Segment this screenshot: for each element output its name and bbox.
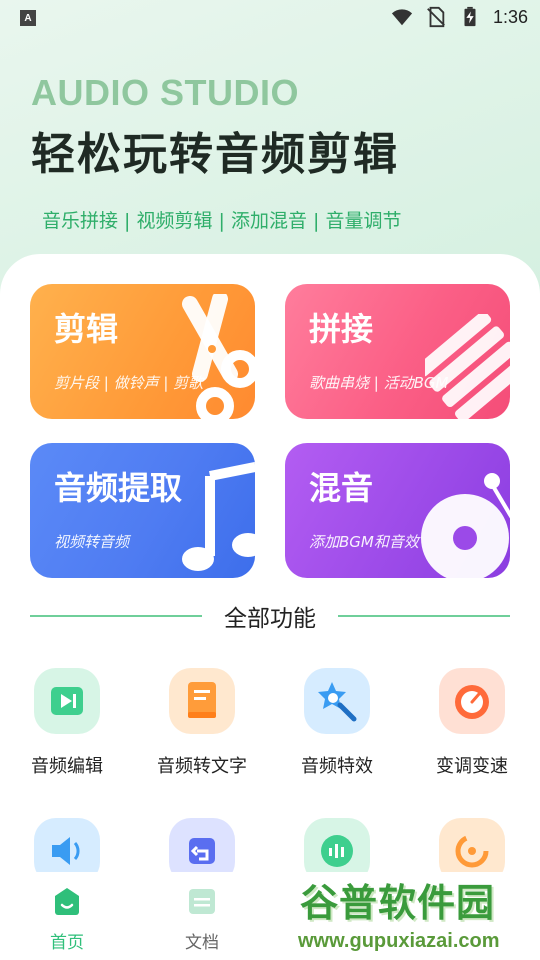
feature-audio-to-text[interactable]: 音频转文字	[142, 668, 262, 778]
card-pinjie[interactable]: 拼接 歌曲串烧 | 活动BGM	[285, 284, 510, 419]
feature-audio-effects[interactable]: 音频特效	[277, 668, 397, 778]
folder-icon	[189, 889, 215, 914]
scissors-icon	[182, 294, 255, 419]
feature-pitch-speed[interactable]: 变调变速	[412, 668, 532, 778]
accessibility-icon: A	[20, 10, 36, 26]
nav-home[interactable]: 首页	[27, 884, 107, 953]
feature-label: 音频编辑	[31, 756, 103, 777]
home-icon	[55, 888, 79, 915]
feature-label: 音频特效	[301, 756, 373, 777]
section-title: 全部功能	[224, 606, 316, 632]
card-subtitle: 剪片段 | 做铃声 | 剪歌	[54, 374, 204, 392]
card-hunyin[interactable]: 混音 添加BGM和音效	[285, 443, 510, 578]
card-title: 音频提取	[54, 469, 183, 507]
feature-label: 变调变速	[436, 756, 508, 777]
nav-label: 文档	[185, 933, 219, 953]
magic-wand-icon	[304, 668, 370, 734]
card-title: 拼接	[309, 310, 374, 348]
card-yinpin-tiqu[interactable]: 音频提取 视频转音频	[30, 443, 255, 578]
divider-right	[338, 615, 510, 617]
wifi-icon	[391, 9, 413, 26]
speedometer-icon	[439, 668, 505, 734]
brand-title: AUDIO STUDIO	[31, 72, 300, 113]
status-bar: A 1:36	[0, 0, 540, 36]
no-sim-icon	[427, 6, 445, 28]
watermark-title: 谷普软件园	[300, 881, 496, 925]
watermark-url: www.gupuxiazai.com	[298, 930, 500, 952]
tagline: 音乐拼接 | 视频剪辑 | 添加混音 | 音量调节	[42, 210, 402, 232]
status-time: 1:36	[492, 6, 528, 27]
feature-audio-edit[interactable]: 音频编辑	[7, 668, 127, 778]
document-icon	[169, 668, 235, 734]
nav-label: 首页	[50, 933, 84, 953]
nav-documents[interactable]: 文档	[162, 884, 242, 953]
music-note-icon	[182, 461, 255, 571]
card-subtitle: 添加BGM和音效	[309, 533, 419, 551]
section-header: 全部功能	[30, 598, 510, 634]
watermark: 谷普软件园 www.gupuxiazai.com	[294, 872, 540, 960]
status-icons: 1:36	[391, 6, 528, 28]
card-title: 剪辑	[54, 310, 119, 348]
divider-left	[30, 615, 202, 617]
battery-charging-icon	[464, 6, 476, 27]
stripes-icon	[425, 314, 510, 419]
headline: 轻松玩转音频剪辑	[31, 129, 399, 180]
disc-icon	[421, 473, 510, 578]
card-title: 混音	[309, 469, 374, 507]
card-jianji[interactable]: 剪辑 剪片段 | 做铃声 | 剪歌	[30, 284, 255, 419]
feature-label: 音频转文字	[157, 756, 247, 777]
audio-edit-icon	[34, 668, 100, 734]
card-subtitle: 视频转音频	[54, 533, 130, 551]
card-subtitle: 歌曲串烧 | 活动BGM	[309, 374, 449, 392]
